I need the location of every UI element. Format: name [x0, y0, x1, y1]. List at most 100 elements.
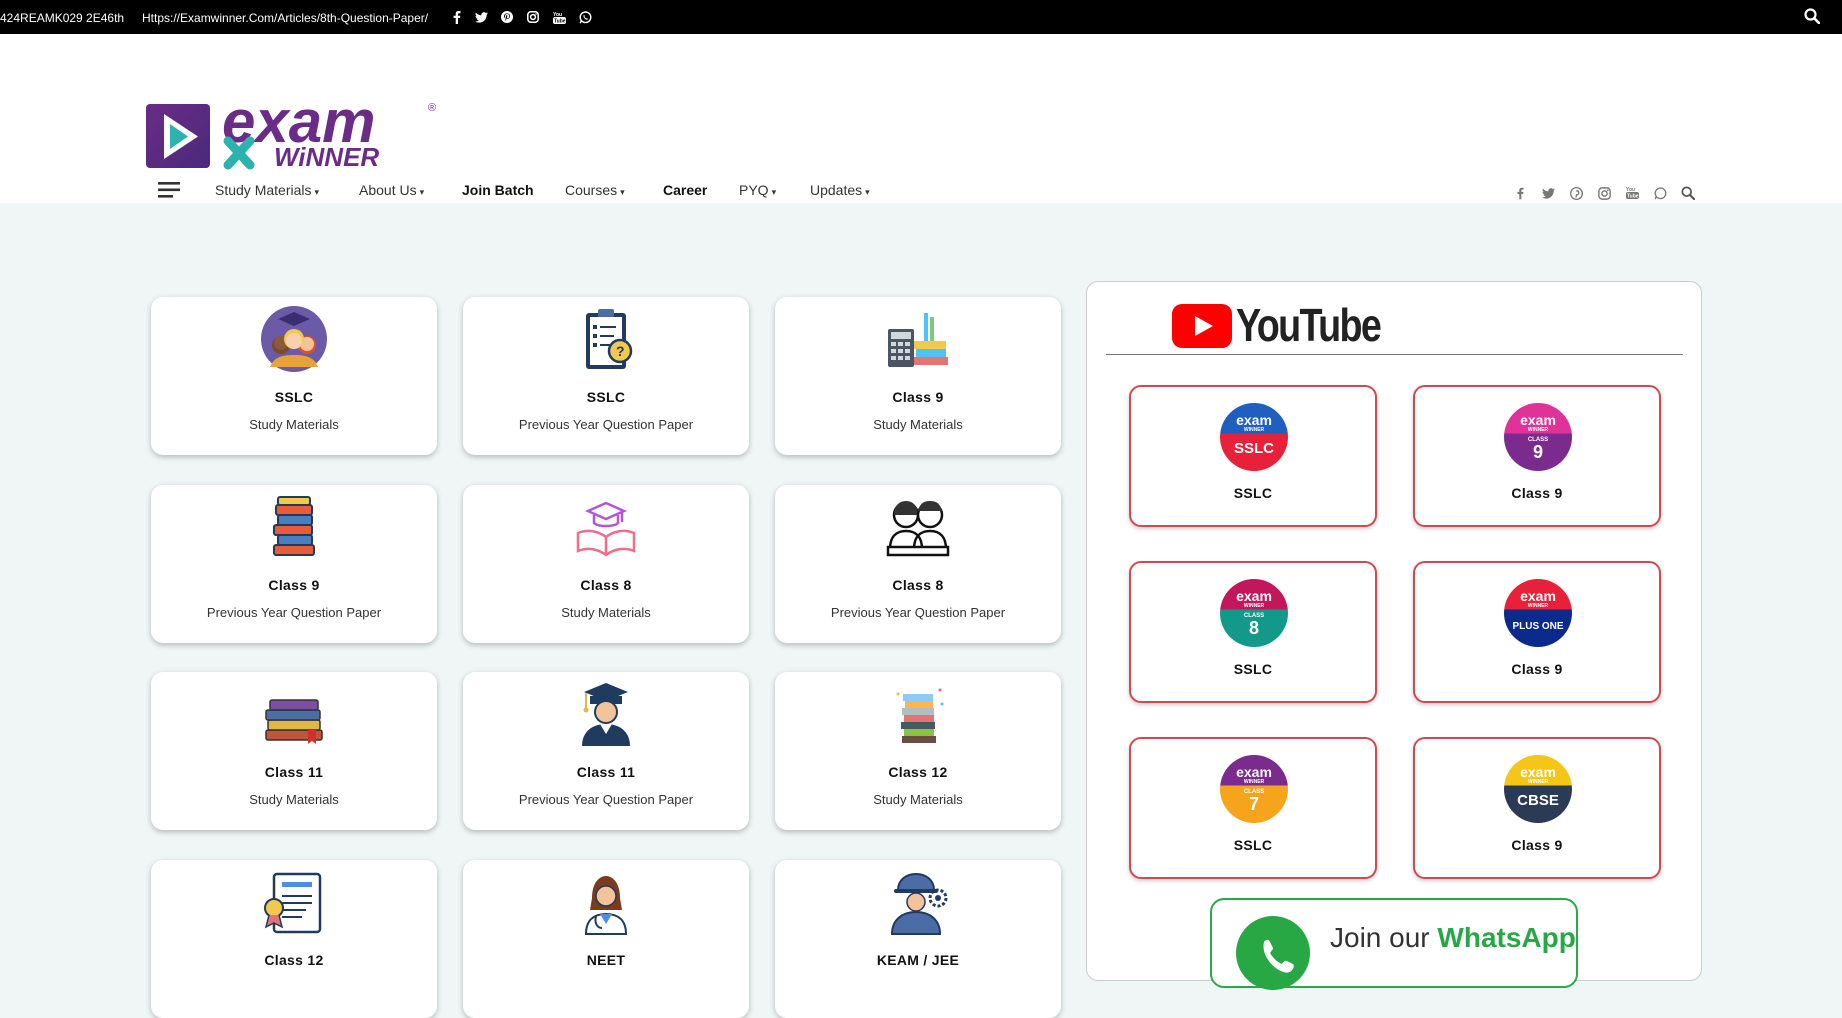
top-bar: 424REAMK029 2E46th Https://Examwinner.Co…: [0, 0, 1842, 34]
book-pile-icon: [896, 688, 944, 743]
facebook-icon[interactable]: [448, 9, 464, 25]
category-card-class9-pyq[interactable]: Class 9 Previous Year Question Paper: [151, 485, 437, 643]
top-bar-url[interactable]: Https://Examwinner.Com/Articles/8th-Ques…: [142, 11, 428, 25]
channel-badge-icon: exam WINNER CLASS 8: [1220, 579, 1288, 647]
card-title: Class 9: [892, 389, 944, 405]
category-card-class8-study[interactable]: Class 8 Study Materials: [463, 485, 749, 643]
join-whatsapp-banner[interactable]: Join our WhatsApp: [1210, 898, 1578, 990]
search-icon[interactable]: [1804, 8, 1821, 27]
badge-main-text: PLUS ONE: [1512, 621, 1563, 632]
hamburger-menu-icon[interactable]: [158, 181, 182, 199]
nav-item-updates[interactable]: Updates ▾: [810, 182, 870, 198]
badge-main-text: 9: [1533, 442, 1543, 462]
youtube-channel-card[interactable]: exam WINNER SSLC SSLC: [1129, 385, 1377, 527]
category-card-neet[interactable]: NEET: [463, 860, 749, 1018]
youtube-logo-icon[interactable]: [1172, 304, 1232, 348]
students-group-icon: [261, 306, 327, 372]
card-subtitle: Study Materials: [249, 417, 339, 432]
chevron-down-icon: ▾: [419, 187, 425, 197]
youtube-icon[interactable]: You Tube: [1624, 185, 1640, 201]
book-stack-icon: [273, 496, 315, 556]
card-title: Class 11: [576, 764, 636, 780]
category-card-class11-study[interactable]: Class 11 Study Materials: [151, 672, 437, 830]
category-card-class8-pyq[interactable]: Class 8 Previous Year Question Paper: [775, 485, 1061, 643]
books-calculator-icon: [888, 313, 948, 367]
badge-winner-text: WINNER: [1528, 603, 1549, 609]
nav-item-pyq[interactable]: PYQ ▾: [739, 182, 776, 198]
whatsapp-brand-text: WhatsApp: [1437, 922, 1576, 953]
channel-badge-icon: exam WINNER PLUS ONE: [1504, 579, 1572, 647]
card-title: SSLC: [274, 389, 314, 405]
category-card-class11-pyq[interactable]: Class 11 Previous Year Question Paper: [463, 672, 749, 830]
card-title: Class 8: [892, 577, 944, 593]
card-title: SSLC: [586, 389, 626, 405]
youtube-panel: YouTube exam WINNER SSLC SSLC exam WINNER CLAS…: [1086, 281, 1702, 981]
category-card-class9-study[interactable]: Class 9 Study Materials: [775, 297, 1061, 455]
twitter-icon[interactable]: [1540, 185, 1556, 201]
card-subtitle: Study Materials: [561, 605, 651, 620]
svg-text:?: ?: [616, 343, 625, 359]
badge-winner-text: WINNER: [1244, 603, 1265, 609]
twitter-icon[interactable]: [473, 9, 489, 25]
category-card-keam-jee[interactable]: KEAM / JEE: [775, 860, 1061, 1018]
nav-item-study-materials[interactable]: Study Materials ▾: [215, 182, 319, 198]
youtube-channel-card[interactable]: exam WINNER CLASS 9 Class 9: [1413, 385, 1661, 527]
card-title: Class 8: [580, 577, 632, 593]
pinterest-icon[interactable]: [1568, 185, 1584, 201]
badge-exam-text: exam: [1236, 412, 1272, 428]
certificate-icon: [264, 872, 322, 934]
youtube-icon[interactable]: You Tube: [551, 9, 567, 25]
card-title: Class 11: [264, 764, 324, 780]
youtube-channel-card[interactable]: exam WINNER CLASS 7 SSLC: [1129, 737, 1377, 879]
category-card-class12-study[interactable]: Class 12 Study Materials: [775, 672, 1061, 830]
nav-item-courses[interactable]: Courses ▾: [565, 182, 625, 198]
search-icon[interactable]: [1680, 185, 1696, 201]
pinterest-icon[interactable]: [499, 9, 515, 25]
chevron-down-icon: ▾: [620, 187, 625, 197]
badge-winner-text: WINNER: [1528, 427, 1549, 433]
card-subtitle: Study Materials: [873, 417, 963, 432]
card-title: NEET: [586, 952, 626, 968]
svg-text:Tube: Tube: [554, 18, 566, 24]
channel-label: Class 9: [1511, 837, 1563, 853]
badge-winner-text: WINNER: [1244, 779, 1265, 785]
badge-winner-text: WINNER: [1528, 779, 1549, 785]
whatsapp-icon[interactable]: [577, 9, 593, 25]
category-card-sslc-pyq[interactable]: ? SSLC Previous Year Question Paper: [463, 297, 749, 455]
card-title: Class 9: [268, 577, 320, 593]
channel-badge-icon: exam WINNER CLASS 9: [1504, 403, 1572, 471]
badge-exam-text: exam: [1520, 588, 1556, 604]
youtube-channel-card[interactable]: exam WINNER CBSE Class 9: [1413, 737, 1661, 879]
instagram-icon[interactable]: [1596, 185, 1612, 201]
engineer-icon: [890, 872, 948, 935]
card-title: KEAM / JEE: [876, 952, 960, 968]
instagram-icon[interactable]: [525, 9, 541, 25]
channel-label: Class 9: [1511, 485, 1563, 501]
chevron-down-icon: ▾: [314, 187, 320, 197]
graduation-book-icon: [576, 501, 636, 557]
exam-winner-logo[interactable]: exam WiNNER ®: [146, 66, 442, 172]
youtube-channel-card[interactable]: exam WINNER CLASS 8 SSLC: [1129, 561, 1377, 703]
badge-exam-text: exam: [1236, 764, 1272, 780]
card-subtitle: Previous Year Question Paper: [518, 417, 694, 432]
whatsapp-icon[interactable]: [1652, 185, 1668, 201]
channel-badge-icon: exam WINNER SSLC: [1220, 403, 1288, 471]
youtube-heading: YouTube: [1236, 299, 1382, 351]
youtube-channel-card[interactable]: exam WINNER PLUS ONE Class 9: [1413, 561, 1661, 703]
badge-winner-text: WINNER: [1244, 427, 1265, 433]
nav-item-join-batch[interactable]: Join Batch: [462, 182, 534, 198]
facebook-icon[interactable]: [1512, 185, 1528, 201]
nav-item-about-us[interactable]: About Us ▾: [359, 182, 424, 198]
category-card-class12[interactable]: Class 12: [151, 860, 437, 1018]
badge-exam-text: exam: [1236, 588, 1272, 604]
card-subtitle: Previous Year Question Paper: [518, 792, 694, 807]
whatsapp-banner-text: Join our WhatsApp: [1330, 922, 1576, 953]
card-subtitle: Previous Year Question Paper: [206, 605, 382, 620]
nav-item-career[interactable]: Career: [663, 182, 707, 198]
badge-main-text: SSLC: [1234, 440, 1274, 457]
whatsapp-icon: [1236, 916, 1310, 990]
youtube-divider: [1106, 354, 1683, 355]
category-card-sslc-study[interactable]: SSLC Study Materials: [151, 297, 437, 455]
badge-main-text: 7: [1249, 794, 1259, 814]
clipboard-question-icon: ?: [586, 309, 633, 369]
